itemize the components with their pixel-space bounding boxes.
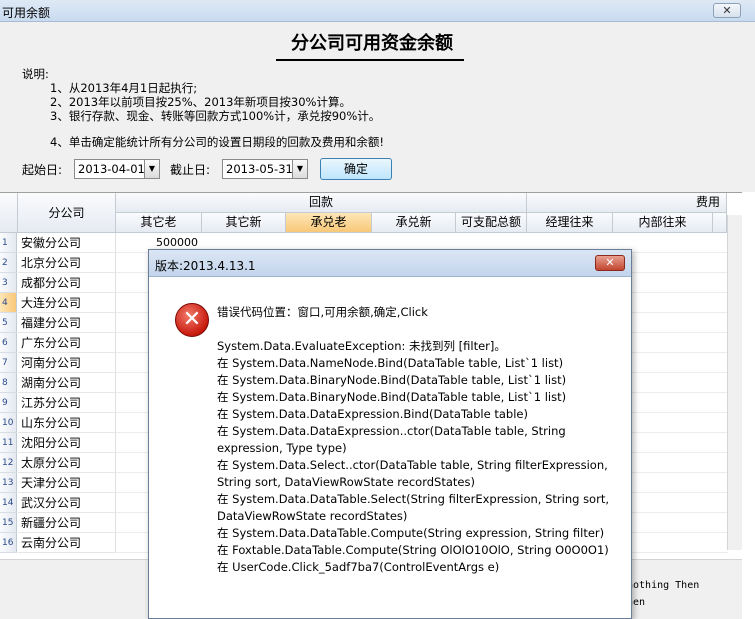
- header-neibu[interactable]: 内部往来: [613, 213, 713, 233]
- row-number[interactable]: 11: [0, 433, 17, 453]
- window-titlebar: 可用余额 ✕: [0, 0, 755, 22]
- company-cell[interactable]: 太原分公司: [18, 453, 116, 473]
- company-cell[interactable]: 武汉分公司: [18, 493, 116, 513]
- header-jingli[interactable]: 经理往来: [527, 213, 613, 233]
- ok-button[interactable]: 确定: [320, 158, 392, 180]
- stack-line: 在 System.Data.DataTable.Compute(String e…: [217, 526, 605, 540]
- company-cell[interactable]: 沈阳分公司: [18, 433, 116, 453]
- stack-line: 在 System.Data.BinaryNode.Bind(DataTable …: [217, 390, 567, 404]
- row-number[interactable]: 9: [0, 393, 17, 413]
- header-kezhipei[interactable]: 可支配总额: [456, 213, 527, 233]
- end-date-label: 截止日:: [170, 163, 211, 177]
- stack-line: System.Data.EvaluateException: 未找到列 [fil…: [217, 339, 506, 353]
- company-cell[interactable]: 成都分公司: [18, 273, 116, 293]
- chevron-down-icon[interactable]: ▼: [292, 159, 308, 179]
- header-filler: [713, 213, 727, 233]
- row-number[interactable]: 10: [0, 413, 17, 433]
- end-date-picker[interactable]: 2013-05-31 ▼: [222, 159, 308, 179]
- header-group-feiyong[interactable]: 费用: [527, 193, 727, 213]
- company-cell[interactable]: 广东分公司: [18, 333, 116, 353]
- row-number[interactable]: 7: [0, 353, 17, 373]
- note-item-3: 3、银行存款、现金、转账等回款方式100%计，承兑按90%计。: [50, 109, 381, 123]
- chevron-down-icon[interactable]: ▼: [144, 159, 160, 179]
- company-cell[interactable]: 山东分公司: [18, 413, 116, 433]
- header-company[interactable]: 分公司: [18, 193, 116, 233]
- dialog-titlebar: 版本:2013.4.13.1 ✕: [149, 250, 631, 277]
- company-cell[interactable]: 大连分公司: [18, 293, 116, 313]
- row-number[interactable]: 16: [0, 533, 17, 553]
- row-number[interactable]: 2: [0, 253, 17, 273]
- company-cell[interactable]: 新疆分公司: [18, 513, 116, 533]
- title-underline: [276, 59, 464, 61]
- window-close-button[interactable]: ✕: [713, 3, 741, 18]
- stack-line: 在 UserCode.Click_5adf7ba7(ControlEventAr…: [217, 560, 500, 574]
- stack-line: 在 System.Data.Select..ctor(DataTable tab…: [217, 458, 608, 489]
- company-cell[interactable]: 安徽分公司: [18, 233, 116, 253]
- window-title: 可用余额: [2, 6, 51, 20]
- code-line-1: nothing Then: [627, 580, 700, 591]
- error-icon: ✕: [175, 303, 209, 337]
- notes-heading: 说明:: [22, 67, 49, 81]
- row-number[interactable]: 15: [0, 513, 17, 533]
- company-cell[interactable]: 湖南分公司: [18, 373, 116, 393]
- grid-corner[interactable]: [0, 193, 18, 233]
- error-location: 错误代码位置：窗口,可用余额,确定,Click: [217, 305, 428, 319]
- row-number[interactable]: 14: [0, 493, 17, 513]
- header-qitaxin[interactable]: 其它新: [202, 213, 286, 233]
- error-stacktrace: System.Data.EvaluateException: 未找到列 [fil…: [217, 338, 617, 576]
- row-number[interactable]: 8: [0, 373, 17, 393]
- row-number[interactable]: 3: [0, 273, 17, 293]
- row-number[interactable]: 5: [0, 313, 17, 333]
- header-chengduilao[interactable]: 承兑老: [286, 213, 372, 233]
- company-cell[interactable]: 云南分公司: [18, 533, 116, 553]
- row-number[interactable]: 1: [0, 233, 17, 253]
- row-number[interactable]: 4: [0, 293, 17, 313]
- stack-line: 在 System.Data.DataExpression..ctor(DataT…: [217, 424, 566, 455]
- header-qitalao[interactable]: 其它老: [116, 213, 202, 233]
- report-title: 分公司可用资金余额: [291, 33, 453, 54]
- header-group-huikuan[interactable]: 回款: [116, 193, 527, 213]
- dialog-title: 版本:2013.4.13.1: [155, 259, 256, 273]
- start-date-picker[interactable]: 2013-04-01 ▼: [74, 159, 160, 179]
- company-cell[interactable]: 北京分公司: [18, 253, 116, 273]
- end-date-value: 2013-05-31: [226, 162, 293, 176]
- company-cell[interactable]: 江苏分公司: [18, 393, 116, 413]
- row-number[interactable]: 12: [0, 453, 17, 473]
- stack-line: 在 System.Data.BinaryNode.Bind(DataTable …: [217, 373, 567, 387]
- company-cell[interactable]: 天津分公司: [18, 473, 116, 493]
- row-number[interactable]: 6: [0, 333, 17, 353]
- stack-line: 在 Foxtable.DataTable.Compute(String OlOl…: [217, 543, 609, 557]
- stack-line: 在 System.Data.NameNode.Bind(DataTable ta…: [217, 356, 564, 370]
- vertical-scrollbar[interactable]: [727, 215, 742, 550]
- company-cell[interactable]: 福建分公司: [18, 313, 116, 333]
- row-number[interactable]: 13: [0, 473, 17, 493]
- note-item-4: 4、单击确定能统计所有分公司的设置日期段的回款及费用和余额!: [50, 135, 384, 149]
- code-panel: [742, 192, 755, 619]
- start-date-value: 2013-04-01: [78, 162, 145, 176]
- error-dialog[interactable]: 版本:2013.4.13.1 ✕ ✕ 错误代码位置：窗口,可用余额,确定,Cli…: [148, 249, 632, 619]
- stack-line: 在 System.Data.DataExpression.Bind(DataTa…: [217, 407, 528, 421]
- header-chengduixin[interactable]: 承兑新: [372, 213, 456, 233]
- start-date-label: 起始日:: [22, 163, 63, 177]
- stack-line: 在 System.Data.DataTable.Select(String fi…: [217, 492, 609, 523]
- company-cell[interactable]: 河南分公司: [18, 353, 116, 373]
- dialog-close-button[interactable]: ✕: [595, 255, 625, 271]
